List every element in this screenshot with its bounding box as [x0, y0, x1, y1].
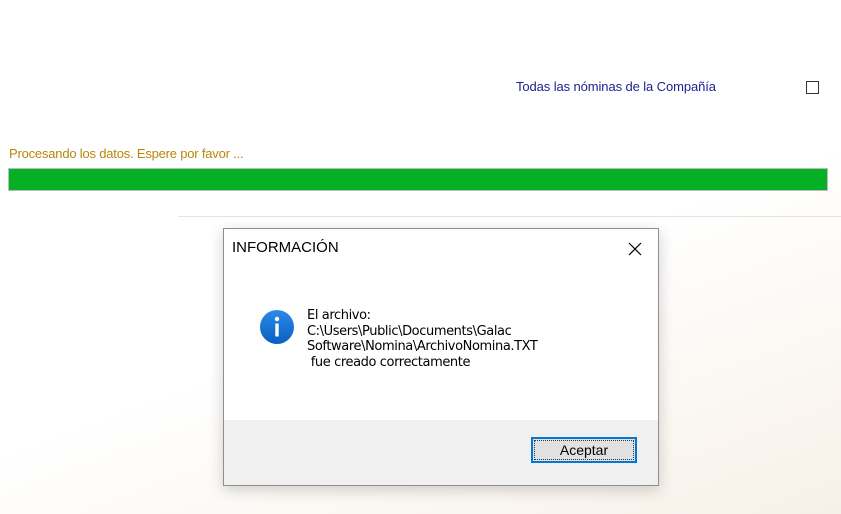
- progress-bar: [8, 168, 828, 191]
- info-icon: [260, 310, 294, 344]
- separator-line: [178, 216, 841, 217]
- close-icon: [628, 242, 642, 256]
- processing-status-text: Procesando los datos. Espere por favor .…: [9, 146, 244, 161]
- dialog-close-button[interactable]: [612, 229, 658, 269]
- dialog-body: El archivo: C:\Users\Public\Documents\Ga…: [224, 269, 658, 419]
- dialog-footer: Aceptar: [224, 420, 658, 485]
- progress-bar-fill: [9, 169, 827, 190]
- all-company-payrolls-label: Todas las nóminas de la Compañía: [516, 79, 716, 94]
- dialog-message: El archivo: C:\Users\Public\Documents\Ga…: [307, 308, 538, 370]
- information-dialog: INFORMACIÓN El archivo: C:\Users\Public\…: [223, 228, 659, 486]
- all-company-payrolls-checkbox[interactable]: [806, 81, 819, 94]
- accept-button[interactable]: Aceptar: [531, 437, 637, 463]
- dialog-title: INFORMACIÓN: [232, 239, 339, 256]
